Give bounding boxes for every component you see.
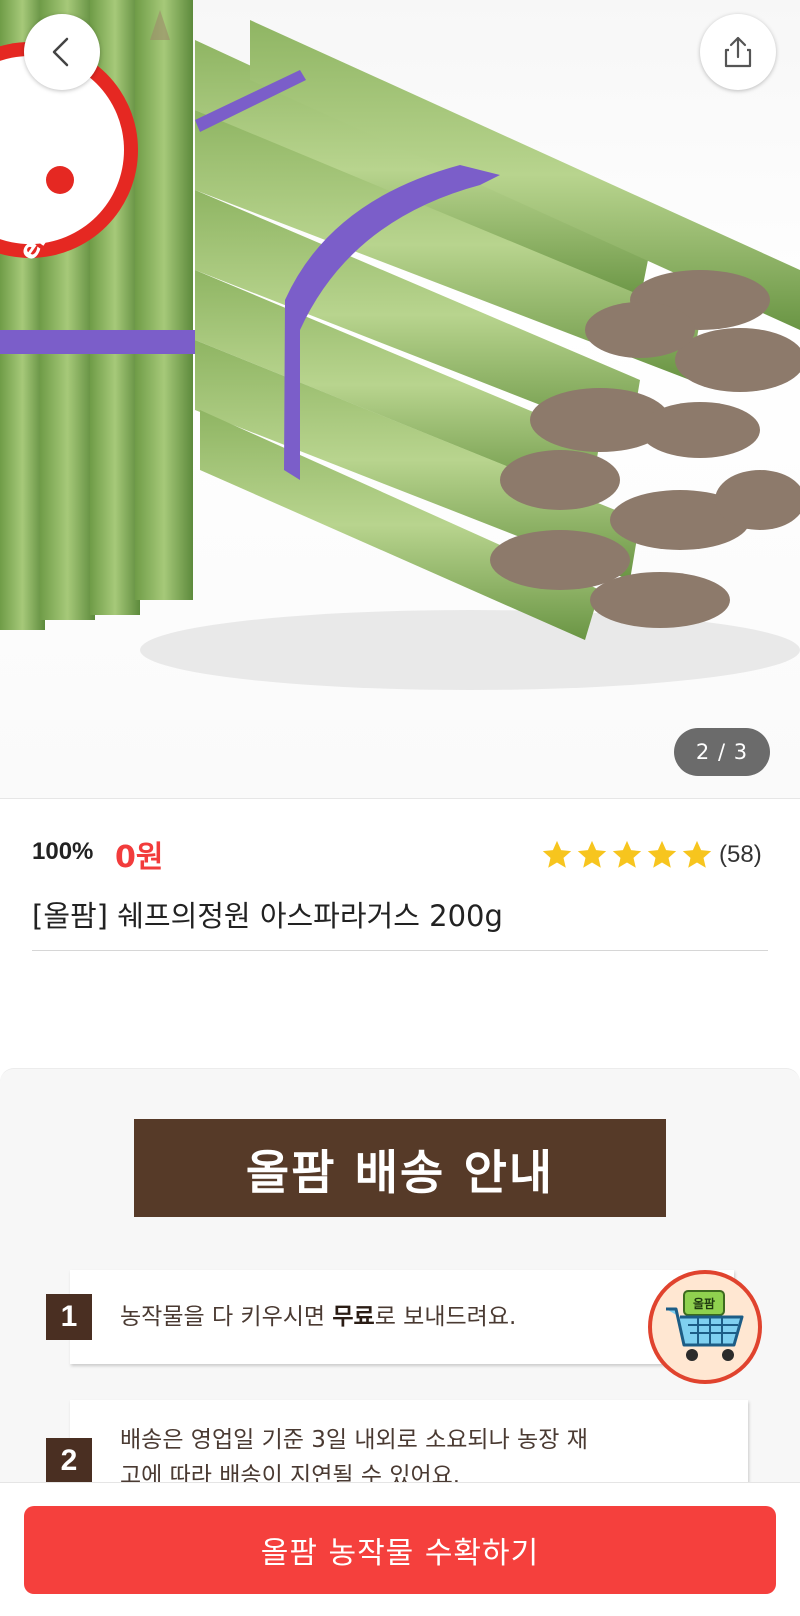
share-button[interactable] [700, 14, 776, 90]
svg-text:올팜: 올팜 [693, 1296, 715, 1311]
harvest-button[interactable]: 올팜 농작물 수확하기 [24, 1506, 776, 1594]
image-page-indicator: 2 / 3 [674, 728, 770, 776]
cart-icon: 올팜 [666, 1290, 744, 1361]
discount-rate: 100% [32, 838, 94, 865]
star-icon [612, 840, 642, 868]
delivery-step-1: 1 농작물을 다 키우시면 무료로 보내드려요. [46, 1270, 746, 1370]
price: 0원 [115, 840, 164, 875]
star-icon [542, 840, 572, 868]
title-divider [32, 950, 768, 951]
delivery-info-banner: 올팜 배송 안내 [134, 1119, 666, 1217]
review-count: (58) [719, 841, 762, 868]
product-title: [올팜] 쉐프의정원 아스파라거스 200g [32, 899, 503, 933]
asparagus-photo: en.co.kr [0, 0, 800, 690]
cart-floating-button[interactable]: 올팜 [648, 1270, 762, 1384]
chevron-left-icon [52, 37, 69, 67]
product-image[interactable]: en.co.kr [0, 0, 800, 798]
star-icon [577, 840, 607, 868]
rating[interactable]: (58) [540, 838, 762, 872]
step-number: 2 [46, 1438, 92, 1484]
section-divider [0, 798, 800, 799]
star-icon [682, 840, 712, 868]
back-button[interactable] [24, 14, 100, 90]
step-number: 1 [46, 1294, 92, 1340]
star-icon [647, 840, 677, 868]
share-icon [724, 36, 752, 68]
step-text: 농작물을 다 키우시면 무료로 보내드려요. [120, 1304, 517, 1330]
